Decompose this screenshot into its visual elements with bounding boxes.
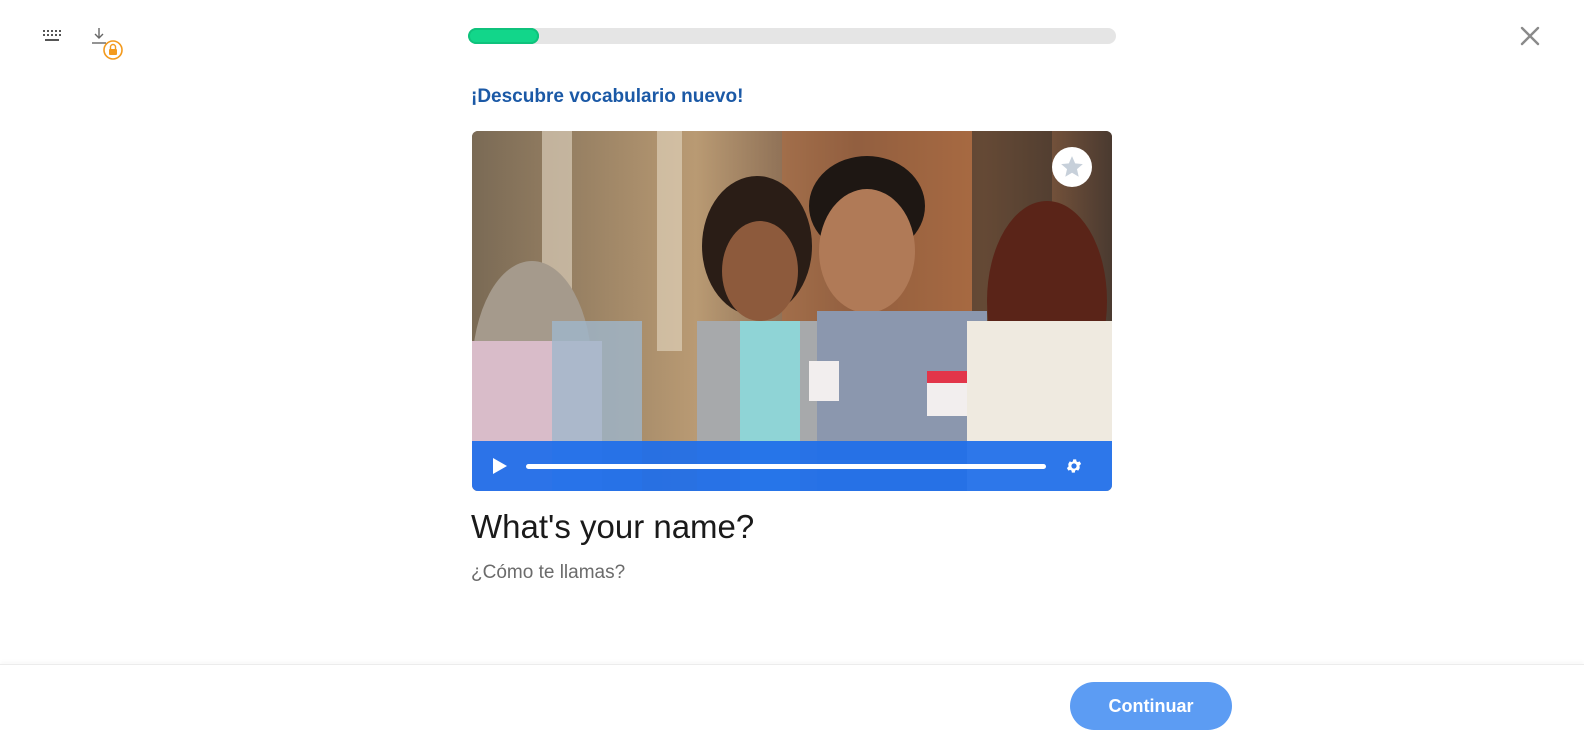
video-settings-button[interactable] xyxy=(1064,456,1084,476)
lesson-progress-bar xyxy=(468,28,1116,44)
continue-button[interactable]: Continuar xyxy=(1070,682,1232,730)
play-button[interactable] xyxy=(492,456,512,476)
vocabulary-translation: ¿Cómo te llamas? xyxy=(471,562,626,583)
vocabulary-phrase: What's your name? xyxy=(471,508,755,545)
video-frame-image xyxy=(472,131,1112,491)
footer-bar xyxy=(0,664,1584,742)
video-seek-bar[interactable] xyxy=(526,463,1046,469)
star-icon xyxy=(1061,156,1083,177)
close-button[interactable] xyxy=(1516,22,1544,50)
play-icon xyxy=(493,458,507,474)
gear-icon xyxy=(1066,459,1082,473)
download-button[interactable] xyxy=(86,24,128,62)
favorite-button[interactable] xyxy=(1052,147,1092,187)
close-icon xyxy=(1520,26,1540,46)
download-locked-icon xyxy=(92,28,123,60)
lesson-progress-fill xyxy=(468,28,540,44)
keyboard-icon xyxy=(43,30,61,41)
video-player[interactable] xyxy=(472,131,1112,491)
keyboard-button[interactable] xyxy=(38,24,66,48)
video-controls xyxy=(472,441,1112,491)
lesson-prompt-title: ¡Descubre vocabulario nuevo! xyxy=(471,86,744,107)
